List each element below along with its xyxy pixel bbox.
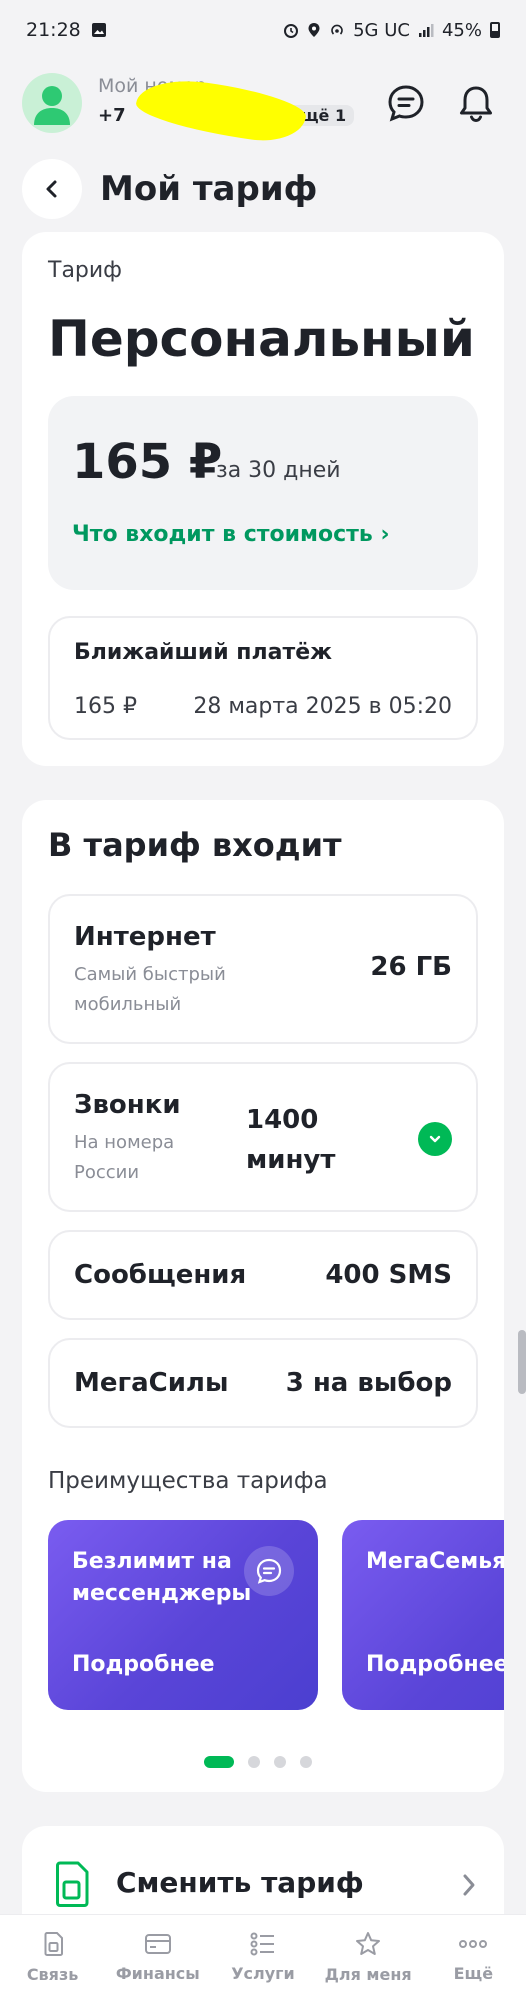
service-title: Интернет	[74, 922, 216, 952]
service-title: МегаСилы	[74, 1368, 229, 1398]
chat-button[interactable]	[384, 81, 428, 125]
page-title: Мой тариф	[100, 169, 318, 209]
pagination-dot[interactable]	[300, 1756, 312, 1768]
profile-info[interactable]: Мой номер +7 ещё 1	[98, 73, 384, 147]
header-actions	[384, 81, 498, 125]
nav-label: Ещё	[453, 1964, 494, 1983]
benefit-title: МегаСемья	[366, 1549, 504, 1574]
nav-item-for-me[interactable]: Для меня	[320, 1931, 416, 1984]
service-value: 3 на выбор	[285, 1368, 452, 1398]
service-value: 400 SMS	[325, 1260, 452, 1290]
service-calls[interactable]: Звонки На номера России 1400 минут	[48, 1062, 478, 1212]
benefits-carousel[interactable]: Безлимит на мессенджеры Подробнее МегаСе…	[48, 1520, 504, 1710]
price-period: за 30 дней	[216, 458, 341, 483]
service-subtitle: На номера России	[74, 1132, 175, 1183]
sim-card-icon	[52, 1860, 90, 1912]
tariff-card: Тариф Персональный 165 ₽ за 30 дней Что …	[22, 232, 504, 766]
service-value: 1400 минут	[246, 1105, 336, 1175]
chevron-right-icon	[460, 1872, 478, 1902]
benefits-title: Преимущества тарифа	[48, 1468, 328, 1494]
back-button[interactable]	[22, 159, 82, 219]
includes-card: В тариф входит Интернет Самый быстрый мо…	[22, 800, 504, 1792]
profile-header: Мой номер +7 ещё 1	[22, 58, 504, 148]
price-amount: 165 ₽	[72, 434, 223, 490]
gallery-icon	[91, 22, 107, 38]
redaction-mark	[133, 73, 309, 147]
service-value: 26 ГБ	[370, 952, 452, 982]
service-subtitle: Самый быстрый мобильный	[74, 964, 226, 1015]
bell-icon	[460, 86, 492, 122]
nav-label: Финансы	[115, 1964, 200, 1983]
nav-item-services[interactable]: Услуги	[215, 1932, 311, 1983]
network-type: 5G UC	[353, 19, 410, 41]
nav-label: Услуги	[231, 1964, 295, 1983]
carousel-pagination	[204, 1756, 312, 1768]
chat-icon	[388, 85, 424, 122]
next-payment-date: 28 марта 2025 в 05:20	[193, 694, 452, 719]
service-title: Сообщения	[74, 1260, 247, 1290]
benefit-card[interactable]: МегаСемья Подробнее	[342, 1520, 504, 1710]
service-sms: Сообщения 400 SMS	[48, 1230, 478, 1320]
nav-label: Для меня	[324, 1965, 412, 1984]
nav-item-svyaz[interactable]: Связь	[5, 1931, 101, 1984]
nav-label: Связь	[26, 1965, 79, 1984]
status-bar: 21:28 5G UC 45%	[0, 0, 526, 60]
more-icon	[459, 1940, 488, 1948]
pagination-dot[interactable]	[248, 1756, 260, 1768]
hotspot-icon	[329, 22, 345, 38]
status-right: 5G UC 45%	[283, 20, 500, 41]
next-payment-amount: 165 ₽	[74, 694, 137, 719]
signal-icon	[418, 22, 434, 38]
pagination-dot[interactable]	[274, 1756, 286, 1768]
service-megasily[interactable]: МегаСилы 3 на выбор	[48, 1338, 478, 1428]
battery-icon	[490, 22, 500, 38]
bottom-navigation: Связь Финансы Услуги Для меня Ещё	[0, 1914, 526, 2000]
tariff-label: Тариф	[48, 258, 122, 283]
service-internet: Интернет Самый быстрый мобильный 26 ГБ	[48, 894, 478, 1044]
location-icon	[307, 22, 321, 38]
messenger-badge	[244, 1546, 294, 1596]
user-icon	[34, 86, 70, 125]
next-payment-title: Ближайший платёж	[74, 640, 333, 665]
includes-title: В тариф входит	[48, 826, 342, 864]
list-icon	[250, 1932, 274, 1956]
price-details-link[interactable]: Что входит в стоимость ›	[72, 522, 390, 547]
chat-icon	[256, 1558, 282, 1584]
benefit-more-link[interactable]: Подробнее	[366, 1652, 504, 1677]
tariff-name: Персональный	[48, 310, 475, 368]
chevron-left-icon	[46, 180, 57, 198]
expand-button[interactable]	[418, 1122, 452, 1156]
notifications-button[interactable]	[454, 81, 498, 125]
pagination-dot-active[interactable]	[204, 1756, 234, 1768]
benefit-card[interactable]: Безлимит на мессенджеры Подробнее	[48, 1520, 318, 1710]
nav-item-finance[interactable]: Финансы	[110, 1932, 206, 1983]
profile-phone: +7	[98, 105, 126, 126]
scrollbar[interactable]	[518, 1330, 526, 1394]
wallet-icon	[144, 1934, 171, 1954]
chevron-down-icon	[429, 1135, 441, 1143]
alarm-icon	[283, 22, 299, 38]
service-title: Звонки	[74, 1090, 181, 1120]
benefit-more-link[interactable]: Подробнее	[72, 1652, 215, 1677]
change-tariff-label: Сменить тариф	[116, 1866, 364, 1899]
sim-icon	[44, 1932, 63, 1956]
battery-percent: 45%	[441, 19, 482, 41]
price-box: 165 ₽ за 30 дней Что входит в стоимость …	[48, 396, 478, 590]
nav-item-more[interactable]: Ещё	[425, 1932, 521, 1983]
avatar[interactable]	[22, 73, 82, 133]
next-payment: Ближайший платёж 165 ₽ 28 марта 2025 в 0…	[48, 616, 478, 740]
star-icon	[356, 1932, 381, 1955]
status-time: 21:28	[26, 19, 81, 41]
page-header: Мой тариф	[22, 158, 317, 220]
status-left: 21:28	[26, 19, 107, 41]
